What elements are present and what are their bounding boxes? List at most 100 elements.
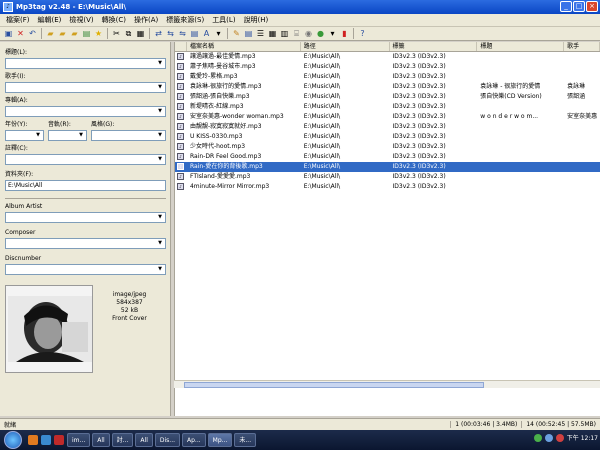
close-window-button[interactable]: × <box>586 1 598 12</box>
menu-edit[interactable]: 編輯(E) <box>34 15 66 25</box>
color-icon[interactable]: ● <box>315 28 326 39</box>
copy-icon[interactable]: ⧉ <box>123 28 134 39</box>
album-field[interactable]: ▼ <box>5 106 166 117</box>
column-header-path[interactable]: 路徑 <box>301 42 390 51</box>
menu-convert[interactable]: 轉換(C) <box>98 15 130 25</box>
cut-icon[interactable]: ✂ <box>111 28 122 39</box>
scrollbar-thumb[interactable] <box>184 382 484 388</box>
column-header-tag[interactable]: 標籤 <box>390 42 478 51</box>
cover-art-image[interactable] <box>5 285 93 373</box>
columns-icon[interactable]: ▮ <box>339 28 350 39</box>
column-header-icon[interactable] <box>175 42 187 51</box>
chevron-down-icon[interactable]: ▼ <box>156 156 164 163</box>
undo-icon[interactable]: ↶ <box>27 28 38 39</box>
table-row[interactable]: ♪ Rain-DR Feel Good.mp3 E:\Music\All\ ID3v2… <box>175 152 600 162</box>
column-header-filename[interactable]: 檔案名稱 <box>187 42 301 51</box>
add-directory-icon[interactable]: ▰ <box>57 28 68 39</box>
menu-file[interactable]: 檔案(F) <box>2 15 34 25</box>
table-row[interactable]: ♪ 新堤晴衣-紅線.mp3 E:\Music\All\ ID3v2.3 (ID3v2.… <box>175 102 600 112</box>
edit-icon[interactable]: ✎ <box>231 28 242 39</box>
security-tray-icon[interactable] <box>555 433 564 442</box>
table-row[interactable]: ♪ U KISS-0330.mp3 E:\Music\All\ ID3v2.3 (ID… <box>175 132 600 142</box>
table-row[interactable]: ♪ 少女時代-hoot.mp3 E:\Music\All\ ID3v2.3 (ID3v… <box>175 142 600 152</box>
track-field[interactable]: ▼ <box>48 130 87 141</box>
taskbar-button[interactable]: 討... <box>111 433 134 447</box>
network-tray-icon[interactable] <box>533 433 542 442</box>
paste-icon[interactable]: ▦ <box>135 28 146 39</box>
menu-tag-sources[interactable]: 標籤來源(S) <box>162 15 208 25</box>
taskbar-button[interactable]: All <box>92 433 110 447</box>
chevron-down-icon[interactable]: ▼ <box>77 132 85 139</box>
folder-field[interactable]: E:\Music\All <box>5 180 166 191</box>
table-row[interactable]: ♪ 袁詠琳-很旅行的愛情.mp3 E:\Music\All\ ID3v2.3 (ID3… <box>175 82 600 92</box>
taskbar-button[interactable]: Ap... <box>182 433 206 447</box>
chevron-down-icon[interactable]: ▼ <box>156 132 164 139</box>
chevron-down-icon[interactable]: ▼ <box>156 60 164 67</box>
list-icon[interactable]: ☰ <box>255 28 266 39</box>
menu-actions[interactable]: 操作(A) <box>130 15 162 25</box>
dropdown-arrow-icon[interactable]: ▾ <box>213 28 224 39</box>
table-row[interactable]: ♪ 張韶涵-張自快樂.mp3 E:\Music\All\ ID3v2.3 (ID3v2… <box>175 92 600 102</box>
menu-view[interactable]: 檢視(V) <box>65 15 97 25</box>
taskbar-button[interactable]: 未... <box>234 433 257 447</box>
table-row[interactable]: ♪ 4minute-Mirror Mirror.mp3 E:\Music\All\ I… <box>175 182 600 192</box>
menu-help[interactable]: 說明(H) <box>240 15 273 25</box>
tag-to-tag-icon[interactable]: ⇋ <box>177 28 188 39</box>
maximize-button[interactable]: □ <box>573 1 585 12</box>
export-icon[interactable]: ▤ <box>243 28 254 39</box>
taskbar-button[interactable]: Dis... <box>154 433 181 447</box>
change-directory-icon[interactable]: ▰ <box>45 28 56 39</box>
taskbar-button-mp3tag[interactable]: Mp... <box>207 433 233 447</box>
grid-icon[interactable]: ▦ <box>267 28 278 39</box>
taskbar-button[interactable]: im... <box>67 433 91 447</box>
taskbar-button[interactable]: All <box>135 433 153 447</box>
table-row[interactable]: ♪ 安室奈美惠-wonder woman.mp3 E:\Music\All\ ID3v… <box>175 112 600 122</box>
year-field[interactable]: ▼ <box>5 130 44 141</box>
save-icon[interactable]: ▣ <box>3 28 14 39</box>
chevron-down-icon[interactable]: ▼ <box>34 132 42 139</box>
column-header-artist[interactable]: 歌手 <box>564 42 600 51</box>
table-row[interactable]: ♪ 戴愛玲-累格.mp3 E:\Music\All\ ID3v2.3 (ID3v2.3… <box>175 72 600 82</box>
table-row[interactable]: ♪ FTIsland-愛愛愛.mp3 E:\Music\All\ ID3v2.3 (I… <box>175 172 600 182</box>
desktop-quicklaunch-icon[interactable] <box>54 435 64 445</box>
minimize-button[interactable]: _ <box>560 1 572 12</box>
table-row-selected[interactable]: ♪ Rain-愛在你的背後歌.mp3 E:\Music\All\ ID3v2.3 (I… <box>175 162 600 172</box>
artist-field[interactable]: ▼ <box>5 82 166 93</box>
chevron-down-icon[interactable]: ▼ <box>156 214 164 221</box>
composer-field[interactable]: ▼ <box>5 238 166 249</box>
genre-field[interactable]: ▼ <box>91 130 166 141</box>
table-row[interactable]: ♪ 由靚靚-寂寞寂寞就好.mp3 E:\Music\All\ ID3v2.3 (ID3… <box>175 122 600 132</box>
dropdown-arrow-icon[interactable]: ▾ <box>327 28 338 39</box>
tag-to-filename-icon[interactable]: ⇄ <box>153 28 164 39</box>
menu-tools[interactable]: 工具(L) <box>208 15 239 25</box>
volume-tray-icon[interactable] <box>544 433 553 442</box>
remove-tag-icon[interactable]: ✕ <box>15 28 26 39</box>
folder-icon[interactable]: ▰ <box>69 28 80 39</box>
horizontal-scrollbar[interactable] <box>174 380 600 388</box>
filename-to-tag-icon[interactable]: ⇆ <box>165 28 176 39</box>
comment-field[interactable]: ▼ <box>5 154 166 165</box>
browser-quicklaunch-icon[interactable] <box>28 435 38 445</box>
text-file-icon[interactable]: ▤ <box>189 28 200 39</box>
chevron-down-icon[interactable]: ▼ <box>156 84 164 91</box>
case-conversion-icon[interactable]: A <box>201 28 212 39</box>
column-header-title[interactable]: 標題 <box>477 42 565 51</box>
help-icon[interactable]: ? <box>357 28 368 39</box>
favorite-icon[interactable]: ★ <box>93 28 104 39</box>
cell-tag: ID3v2.3 (ID3v2.3) <box>392 103 446 110</box>
table-row[interactable]: ♪ 讓過讓過-最佳愛情.mp3 E:\Music\All\ ID3v2.3 (ID3v… <box>175 52 600 62</box>
discnumber-field[interactable]: ▼ <box>5 264 166 275</box>
cd-icon[interactable]: ◉ <box>303 28 314 39</box>
media-quicklaunch-icon[interactable] <box>41 435 51 445</box>
playlist-icon[interactable]: ▤ <box>81 28 92 39</box>
album-artist-field[interactable]: ▼ <box>5 212 166 223</box>
freedb-icon[interactable]: ⌸ <box>291 28 302 39</box>
chevron-down-icon[interactable]: ▼ <box>156 240 164 247</box>
clock[interactable]: 下午 12:17 <box>567 433 598 442</box>
table-row[interactable]: ♪ 蕭子焦晴-曼谷城市.mp3 E:\Music\All\ ID3v2.3 (ID3v… <box>175 62 600 72</box>
title-field[interactable]: ▼ <box>5 58 166 69</box>
details-icon[interactable]: ▥ <box>279 28 290 39</box>
chevron-down-icon[interactable]: ▼ <box>156 266 164 273</box>
start-button[interactable] <box>4 431 22 449</box>
chevron-down-icon[interactable]: ▼ <box>156 108 164 115</box>
